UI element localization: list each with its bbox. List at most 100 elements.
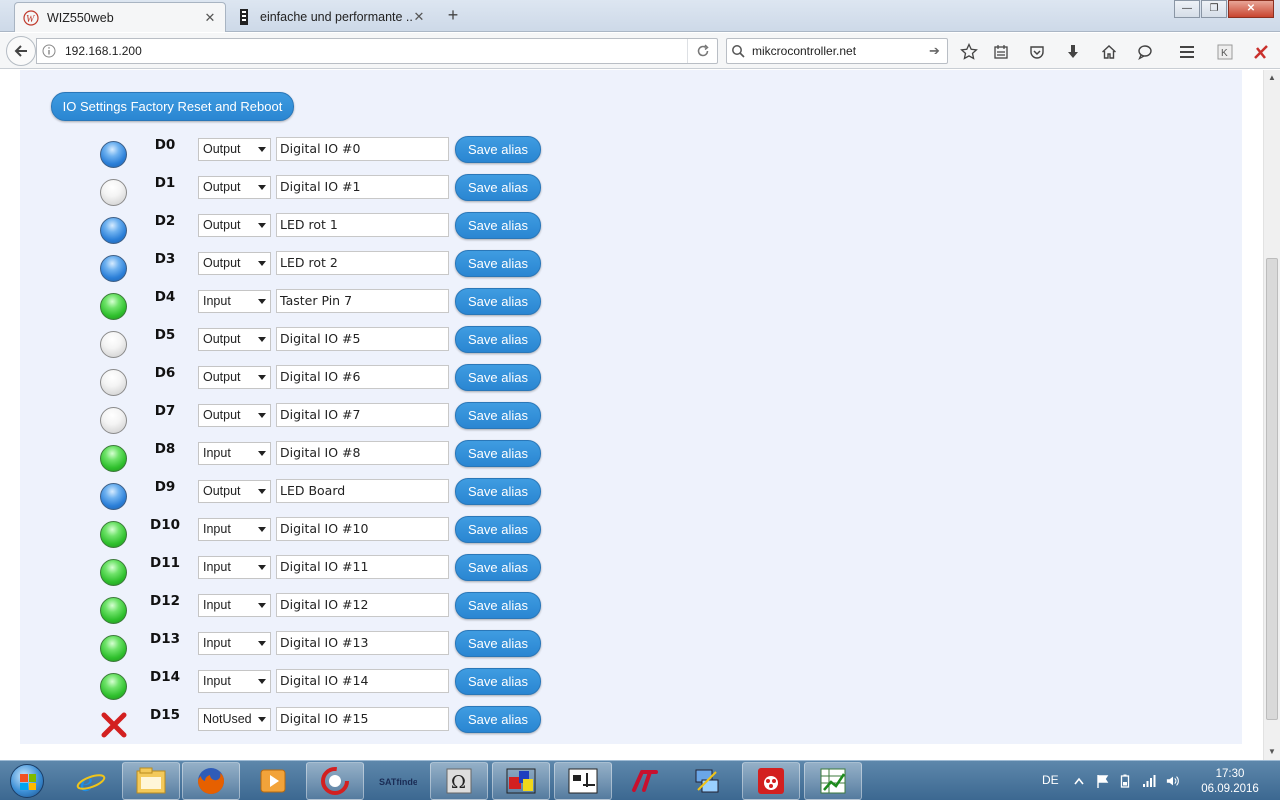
mode-select[interactable]: Output [198, 366, 271, 389]
save-alias-button[interactable]: Save alias [455, 288, 541, 315]
search-bar[interactable]: mikcrocontroller.net ➔ [726, 38, 948, 64]
url-bar[interactable]: 192.168.1.200 [36, 38, 718, 64]
scroll-up-icon[interactable]: ▲ [1264, 70, 1280, 86]
save-alias-button[interactable]: Save alias [455, 364, 541, 391]
led-indicator-icon[interactable] [100, 521, 127, 548]
action-center-flag-icon[interactable] [1096, 774, 1110, 788]
save-alias-button[interactable]: Save alias [455, 136, 541, 163]
mode-select[interactable]: Output [198, 138, 271, 161]
media-player-icon[interactable] [244, 762, 302, 800]
mode-select[interactable]: Output [198, 404, 271, 427]
scroll-down-icon[interactable]: ▼ [1264, 744, 1280, 760]
firefox-icon[interactable] [182, 762, 240, 800]
alias-input[interactable]: Digital IO #7 [276, 403, 449, 427]
mode-select[interactable]: Input [198, 594, 271, 617]
save-alias-button[interactable]: Save alias [455, 250, 541, 277]
led-indicator-icon[interactable] [100, 369, 127, 396]
alias-input[interactable]: Digital IO #1 [276, 175, 449, 199]
alias-input[interactable]: Digital IO #10 [276, 517, 449, 541]
save-alias-button[interactable]: Save alias [455, 440, 541, 467]
alias-input[interactable]: LED rot 2 [276, 251, 449, 275]
save-alias-button[interactable]: Save alias [455, 592, 541, 619]
satfinder-icon[interactable]: SATfinder [368, 762, 426, 800]
led-indicator-icon[interactable] [100, 331, 127, 358]
mode-select[interactable]: Input [198, 670, 271, 693]
minimize-button[interactable]: — [1174, 0, 1200, 18]
raspberry-app-icon[interactable] [742, 762, 800, 800]
mode-select[interactable]: Output [198, 328, 271, 351]
alias-input[interactable]: Digital IO #11 [276, 555, 449, 579]
circuit-app-icon[interactable] [554, 762, 612, 800]
signal-strength-icon[interactable] [1142, 774, 1156, 788]
not-used-x-icon[interactable] [100, 711, 127, 738]
menu-hamburger-icon[interactable] [1176, 41, 1198, 63]
reading-list-icon[interactable] [990, 41, 1012, 63]
led-indicator-icon[interactable] [100, 179, 127, 206]
alias-input[interactable]: Digital IO #5 [276, 327, 449, 351]
save-alias-button[interactable]: Save alias [455, 402, 541, 429]
led-indicator-icon[interactable] [100, 483, 127, 510]
go-arrow-icon[interactable]: ➔ [929, 43, 947, 59]
led-indicator-icon[interactable] [100, 559, 127, 586]
start-button[interactable] [4, 762, 50, 800]
save-alias-button[interactable]: Save alias [455, 212, 541, 239]
led-indicator-icon[interactable] [100, 407, 127, 434]
alias-input[interactable]: Taster Pin 7 [276, 289, 449, 313]
factory-reset-button[interactable]: IO Settings Factory Reset and Reboot [51, 92, 294, 121]
internet-explorer-icon[interactable]: e [62, 762, 120, 800]
alias-input[interactable]: Digital IO #13 [276, 631, 449, 655]
mode-select[interactable]: Input [198, 632, 271, 655]
new-tab-button[interactable]: + [442, 5, 464, 27]
ccleaner-icon[interactable] [306, 762, 364, 800]
back-button[interactable] [6, 36, 36, 66]
mode-select[interactable]: Input [198, 518, 271, 541]
home-icon[interactable] [1098, 41, 1120, 63]
vertical-scrollbar[interactable]: ▲ ▼ [1263, 70, 1280, 760]
reload-icon[interactable] [687, 39, 717, 63]
close-icon[interactable]: ✕ [203, 10, 217, 26]
led-indicator-icon[interactable] [100, 635, 127, 662]
mode-select[interactable]: Input [198, 556, 271, 579]
url-text[interactable]: 192.168.1.200 [61, 44, 687, 58]
save-alias-button[interactable]: Save alias [455, 630, 541, 657]
pocket-icon[interactable] [1026, 41, 1048, 63]
close-icon[interactable]: ✕ [412, 9, 426, 25]
led-indicator-icon[interactable] [100, 141, 127, 168]
mode-select[interactable]: Output [198, 214, 271, 237]
alias-input[interactable]: Digital IO #8 [276, 441, 449, 465]
led-indicator-icon[interactable] [100, 217, 127, 244]
character-map-icon[interactable]: Ω [430, 762, 488, 800]
window-close-button[interactable]: ✕ [1228, 0, 1274, 18]
mode-select[interactable]: Output [198, 480, 271, 503]
mode-select[interactable]: Output [198, 252, 271, 275]
paint-app-icon[interactable] [492, 762, 550, 800]
led-indicator-icon[interactable] [100, 293, 127, 320]
chat-bubble-icon[interactable] [1134, 41, 1156, 63]
info-icon[interactable] [37, 44, 61, 58]
volume-icon[interactable] [1166, 774, 1180, 788]
tray-expand-icon[interactable] [1072, 774, 1086, 788]
alias-input[interactable]: Digital IO #6 [276, 365, 449, 389]
led-indicator-icon[interactable] [100, 255, 127, 282]
clock[interactable]: 17:30 06.09.2016 [1200, 767, 1260, 797]
save-alias-button[interactable]: Save alias [455, 516, 541, 543]
alias-input[interactable]: Digital IO #14 [276, 669, 449, 693]
alias-input[interactable]: Digital IO #12 [276, 593, 449, 617]
save-alias-button[interactable]: Save alias [455, 668, 541, 695]
alias-input[interactable]: Digital IO #0 [276, 137, 449, 161]
save-alias-button[interactable]: Save alias [455, 478, 541, 505]
led-indicator-icon[interactable] [100, 597, 127, 624]
restore-button[interactable]: ❐ [1201, 0, 1227, 18]
scrollbar-thumb[interactable] [1266, 258, 1278, 720]
alias-input[interactable]: LED rot 1 [276, 213, 449, 237]
save-alias-button[interactable]: Save alias [455, 554, 541, 581]
file-explorer-icon[interactable] [122, 762, 180, 800]
battery-icon[interactable] [1118, 774, 1132, 788]
mode-select[interactable]: Input [198, 442, 271, 465]
language-indicator[interactable]: DE [1042, 773, 1059, 787]
tab-wiz550web[interactable]: W WIZ550web ✕ [14, 2, 226, 32]
search-input[interactable]: mikcrocontroller.net [749, 44, 929, 58]
alias-input[interactable]: LED Board [276, 479, 449, 503]
extension-red-icon[interactable] [1250, 41, 1272, 63]
led-indicator-icon[interactable] [100, 445, 127, 472]
